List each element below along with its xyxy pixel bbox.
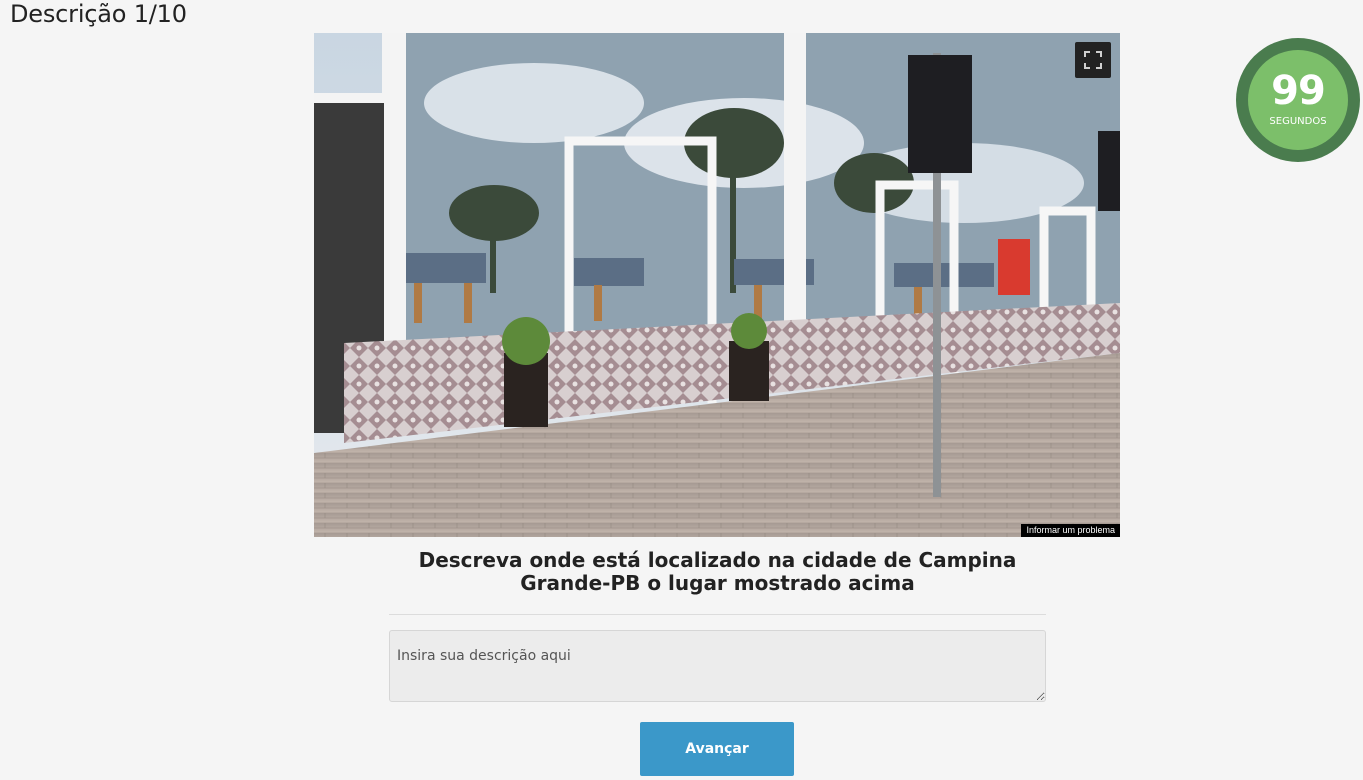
countdown-timer: 99 SEGUNDOS [1236, 38, 1360, 162]
description-input[interactable] [389, 630, 1046, 702]
timer-value: 99 [1271, 68, 1326, 114]
divider [389, 614, 1046, 615]
advance-button[interactable]: Avançar [640, 722, 794, 776]
fullscreen-button[interactable] [1075, 42, 1111, 78]
page-title: Descrição 1/10 [10, 0, 187, 28]
report-problem-link[interactable]: Informar um problema [1021, 524, 1120, 537]
street-view-panorama[interactable]: Informar um problema [314, 33, 1120, 537]
fullscreen-icon [1084, 51, 1102, 69]
storefront-image [314, 33, 1120, 537]
question-prompt: Descreva onde está localizado na cidade … [418, 548, 1017, 595]
timer-unit: SEGUNDOS [1269, 116, 1327, 127]
